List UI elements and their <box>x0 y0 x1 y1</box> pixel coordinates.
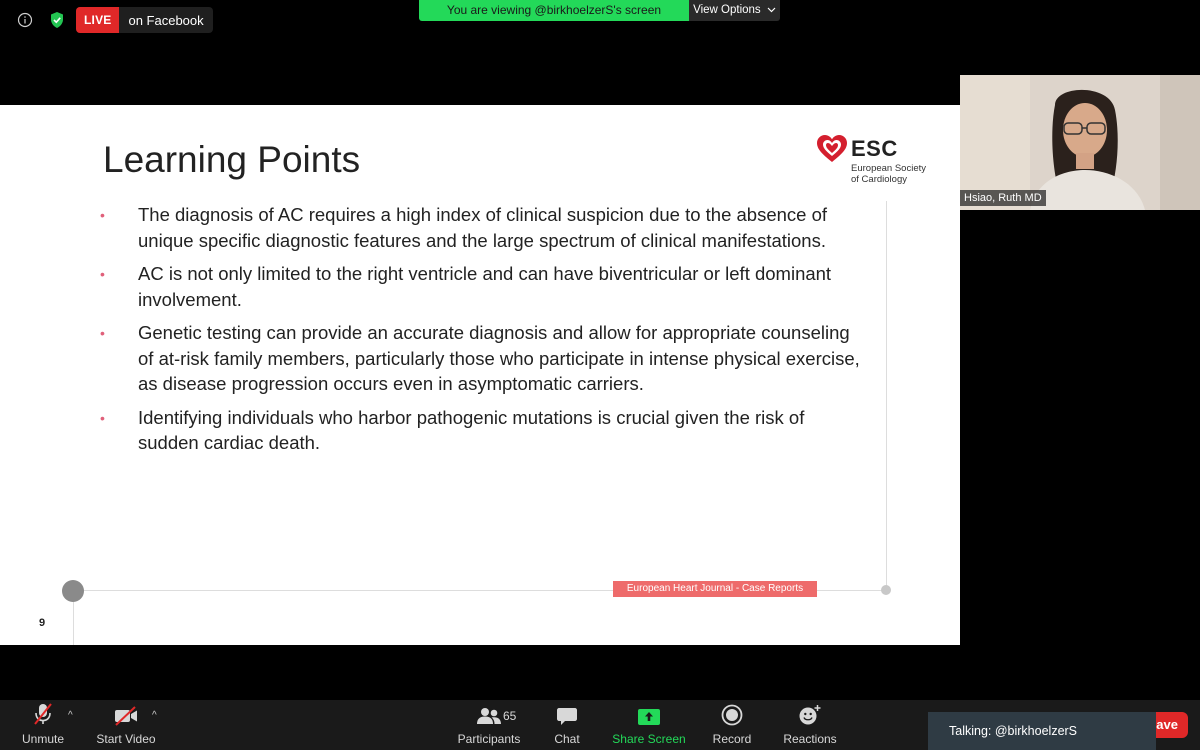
learning-point: • The diagnosis of AC requires a high ind… <box>100 202 860 253</box>
learning-point-text: Identifying individuals who harbor patho… <box>138 406 805 454</box>
chat-bubble-icon <box>557 708 577 725</box>
esc-subtitle-line2: of Cardiology <box>851 174 907 185</box>
share-screen-button[interactable]: Share Screen <box>609 700 689 750</box>
meeting-info-button[interactable] <box>12 7 38 33</box>
unmute-button[interactable]: Unmute <box>15 700 71 750</box>
esc-logo-subtitle: European Society of Cardiology <box>851 163 951 185</box>
info-icon <box>17 12 33 28</box>
unmute-label: Unmute <box>21 732 65 746</box>
bullet-dot-icon: • <box>100 266 105 282</box>
participants-icon <box>477 708 501 724</box>
learning-point: • Genetic testing can provide an accurate… <box>100 320 860 397</box>
chat-button[interactable]: Chat <box>545 700 589 750</box>
top-left-controls: LIVE on Facebook <box>12 7 213 33</box>
video-camera-off-icon <box>115 706 137 726</box>
participant-video-tile[interactable]: Hsiao, Ruth MD <box>960 75 1200 210</box>
share-screen-icon <box>638 709 660 725</box>
learning-point-text: Genetic testing can provide an accurate … <box>138 322 860 394</box>
slide-footer-divider <box>73 602 74 645</box>
learning-point-text: AC is not only limited to the right vent… <box>138 263 832 310</box>
audio-options-caret-icon[interactable]: ^ <box>68 710 73 721</box>
reactions-button[interactable]: Reactions <box>780 700 840 750</box>
reactions-label: Reactions <box>783 732 837 746</box>
chevron-down-icon <box>767 7 776 13</box>
live-badge: LIVE <box>76 7 120 33</box>
slide-decor-circle <box>62 580 84 602</box>
live-destination: on Facebook <box>128 12 204 28</box>
bullet-dot-icon: • <box>100 325 105 341</box>
view-options-label: View Options <box>693 4 761 16</box>
record-icon <box>721 704 743 726</box>
learning-points-list: • The diagnosis of AC requires a high ind… <box>100 202 860 464</box>
viewing-screen-banner: You are viewing @birkhoelzerS's screen <box>419 0 689 21</box>
bullet-dot-icon: • <box>100 409 105 426</box>
chat-label: Chat <box>554 732 580 746</box>
microphone-muted-icon <box>34 703 52 725</box>
record-label: Record <box>712 732 752 746</box>
record-button[interactable]: Record <box>710 700 754 750</box>
participants-button[interactable]: Participants <box>455 700 523 750</box>
learning-point: • AC is not only limited to the right ven… <box>100 261 860 312</box>
learning-point-text: The diagnosis of AC requires a high inde… <box>138 204 828 251</box>
slide-decor-dot <box>881 585 891 595</box>
talking-indicator: Talking: @birkhoelzerS <box>928 712 1156 750</box>
view-options-button[interactable]: View Options <box>689 0 780 21</box>
journal-tag: European Heart Journal - Case Reports <box>613 581 817 597</box>
learning-point: • Identifying individuals who harbor path… <box>100 405 860 456</box>
slide-title: Learning Points <box>103 139 361 180</box>
start-video-label: Start Video <box>96 732 156 746</box>
heart-logo-icon <box>817 135 847 162</box>
live-stream-indicator[interactable]: LIVE on Facebook <box>76 7 213 33</box>
esc-logo-text: ESC <box>851 136 898 161</box>
participant-name-label: Hsiao, Ruth MD <box>960 190 1046 206</box>
share-screen-label: Share Screen <box>612 732 686 746</box>
esc-logo: ESC European Society of Cardiology <box>816 132 946 188</box>
video-options-caret-icon[interactable]: ^ <box>152 710 157 721</box>
encryption-button[interactable] <box>44 7 70 33</box>
start-video-button[interactable]: Start Video <box>92 700 160 750</box>
emoji-reaction-icon <box>799 705 821 725</box>
slide-page-number: 9 <box>39 617 46 629</box>
slide-divider-vertical <box>886 201 887 591</box>
shared-screen-slide: Learning Points ESC European Society of … <box>0 105 960 645</box>
shield-check-icon <box>51 12 63 28</box>
esc-subtitle-line1: European Society <box>851 163 926 174</box>
participants-label: Participants <box>457 732 521 746</box>
participants-count: 65 <box>503 709 517 723</box>
bullet-dot-icon: • <box>100 207 105 223</box>
